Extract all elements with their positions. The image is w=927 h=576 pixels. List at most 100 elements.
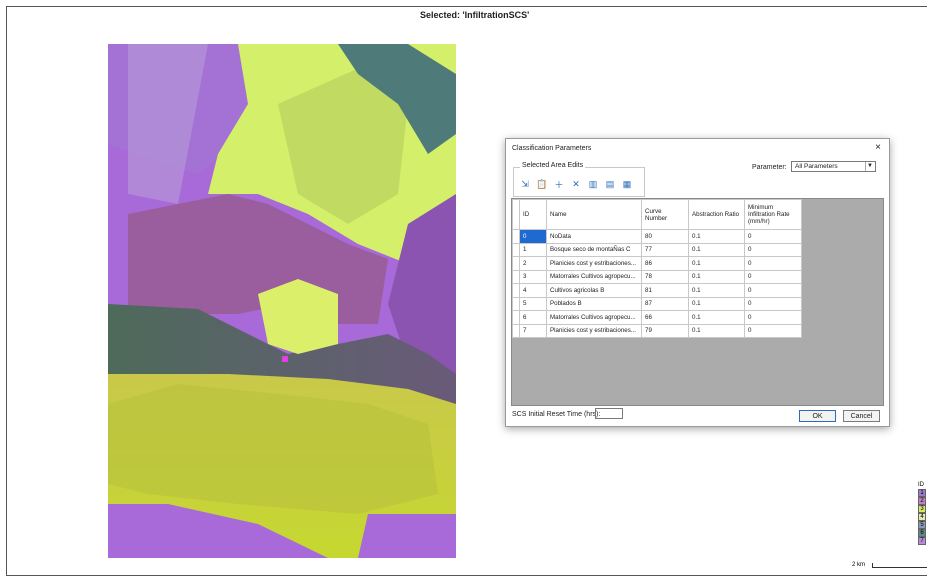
cell-name[interactable]: Poblados B [546,296,642,311]
cell-curve-number[interactable]: 79 [641,323,689,338]
table-row[interactable]: 5 Poblados B 87 0.1 0 [512,296,802,311]
row-header[interactable] [512,323,520,338]
cell-curve-number[interactable]: 80 [641,229,689,244]
table-row[interactable]: 0 NoData 80 0.1 0 [512,229,802,244]
reset-time-label: SCS Initial Reset Time (hrs): [512,411,601,418]
legend-item: 1 [918,489,926,497]
cell-name[interactable]: Matorrales Cultivos agropecu... [546,310,642,325]
cell-abstraction-ratio[interactable]: 0.1 [688,296,745,311]
cell-min-infiltration[interactable]: 0 [744,242,802,257]
terrain-map [108,44,456,558]
parameter-select[interactable]: All Parameters ▼ [791,161,876,172]
save-icon[interactable]: ▤ [603,177,617,191]
cell-abstraction-ratio[interactable]: 0.1 [688,323,745,338]
column-chart-icon[interactable]: ▥ [586,177,600,191]
table-row[interactable]: 2 Planicies cost y estribaciones... 86 0… [512,256,802,271]
cell-id[interactable]: 4 [519,283,547,298]
row-header-corner [512,199,520,230]
bar-chart-icon[interactable]: ▦ [620,177,634,191]
row-header[interactable] [512,256,520,271]
row-header[interactable] [512,229,520,244]
cell-min-infiltration[interactable]: 0 [744,310,802,325]
row-header[interactable] [512,296,520,311]
table-header-row: ID Name Curve Number Abstraction Ratio M… [512,199,802,230]
parameter-label: Parameter: [752,164,787,171]
row-header[interactable] [512,283,520,298]
col-name-header[interactable]: Name [546,199,642,230]
cell-abstraction-ratio[interactable]: 0.1 [688,229,745,244]
col-id-header[interactable]: ID [519,199,547,230]
selected-area-edits-group: Selected Area Edits ⇲ 📋 ＋ ✕ ▥ ▤ ▦ [513,162,645,197]
map-legend: ID 1 2 3 4 5 6 7 [918,481,927,545]
table-row[interactable]: 7 Planicies cost y estribaciones... 79 0… [512,323,802,338]
table-row[interactable]: 3 Matorrales Cultivos agropecu... 78 0.1… [512,269,802,284]
map-canvas[interactable] [108,44,456,558]
cell-id[interactable]: 1 [519,242,547,257]
dialog-title: Classification Parameters [512,145,592,152]
legend-item: 4 [918,513,926,521]
delete-icon[interactable]: ✕ [569,177,583,191]
cell-min-infiltration[interactable]: 0 [744,296,802,311]
cell-curve-number[interactable]: 86 [641,256,689,271]
cell-name[interactable]: Bosque seco de montaÑas C [546,242,642,257]
cell-curve-number[interactable]: 81 [641,283,689,298]
table-row[interactable]: 1 Bosque seco de montaÑas C 77 0.1 0 [512,242,802,257]
legend-item: 2 [918,497,926,505]
legend-item: 7 [918,537,926,545]
cell-curve-number[interactable]: 66 [641,310,689,325]
table-row[interactable]: 6 Matorrales Cultivos agropecu... 66 0.1… [512,310,802,325]
row-header[interactable] [512,242,520,257]
close-icon[interactable]: × [875,142,881,153]
cell-abstraction-ratio[interactable]: 0.1 [688,242,745,257]
parameters-table: ID Name Curve Number Abstraction Ratio M… [512,199,802,338]
cell-abstraction-ratio[interactable]: 0.1 [688,269,745,284]
cell-curve-number[interactable]: 87 [641,296,689,311]
legend-item: 3 [918,505,926,513]
cell-name[interactable]: NoData [546,229,642,244]
cell-id[interactable]: 6 [519,310,547,325]
col-abstraction-ratio-header[interactable]: Abstraction Ratio [688,199,745,230]
cell-abstraction-ratio[interactable]: 0.1 [688,256,745,271]
scale-label: 2 km [852,562,866,568]
table-row[interactable]: 4 Cultivos agricolas B 81 0.1 0 [512,283,802,298]
cell-abstraction-ratio[interactable]: 0.1 [688,310,745,325]
import-icon[interactable]: ⇲ [518,177,532,191]
cell-curve-number[interactable]: 78 [641,269,689,284]
reset-time-input[interactable] [595,408,623,419]
cell-min-infiltration[interactable]: 0 [744,323,802,338]
selected-layer-title: Selected: 'InfiltrationSCS' [420,10,530,20]
legend-item: 5 [918,521,926,529]
edit-toolbar: ⇲ 📋 ＋ ✕ ▥ ▤ ▦ [518,177,634,191]
cell-name[interactable]: Matorrales Cultivos agropecu... [546,269,642,284]
legend-header: ID [918,482,924,488]
ok-button[interactable]: OK [799,410,836,422]
parameters-grid: ID Name Curve Number Abstraction Ratio M… [511,198,884,406]
cell-min-infiltration[interactable]: 0 [744,283,802,298]
cell-id[interactable]: 0 [519,229,547,244]
cell-id[interactable]: 3 [519,269,547,284]
row-header[interactable] [512,269,520,284]
cell-min-infiltration[interactable]: 0 [744,229,802,244]
cell-id[interactable]: 2 [519,256,547,271]
cell-abstraction-ratio[interactable]: 0.1 [688,283,745,298]
classification-parameters-dialog: Classification Parameters × Selected Are… [505,138,890,427]
chevron-down-icon[interactable]: ▼ [865,162,874,171]
cell-id[interactable]: 7 [519,323,547,338]
cell-min-infiltration[interactable]: 0 [744,256,802,271]
cell-name[interactable]: Planicies cost y estribaciones... [546,323,642,338]
cancel-button[interactable]: Cancel [843,410,880,422]
cell-id[interactable]: 5 [519,296,547,311]
cell-name[interactable]: Cultivos agricolas B [546,283,642,298]
row-header[interactable] [512,310,520,325]
cell-name[interactable]: Planicies cost y estribaciones... [546,256,642,271]
cell-min-infiltration[interactable]: 0 [744,269,802,284]
legend-item: 6 [918,529,926,537]
add-icon[interactable]: ＋ [552,177,566,191]
parameter-value: All Parameters [795,163,838,170]
selected-area-edits-label: Selected Area Edits [520,162,586,169]
col-curve-number-header[interactable]: Curve Number [641,199,689,230]
clipboard-icon[interactable]: 📋 [535,177,549,191]
col-min-infiltration-header[interactable]: Minimum Infiltration Rate (mm/hr) [744,199,802,230]
cell-curve-number[interactable]: 77 [641,242,689,257]
scale-bar [872,563,927,568]
